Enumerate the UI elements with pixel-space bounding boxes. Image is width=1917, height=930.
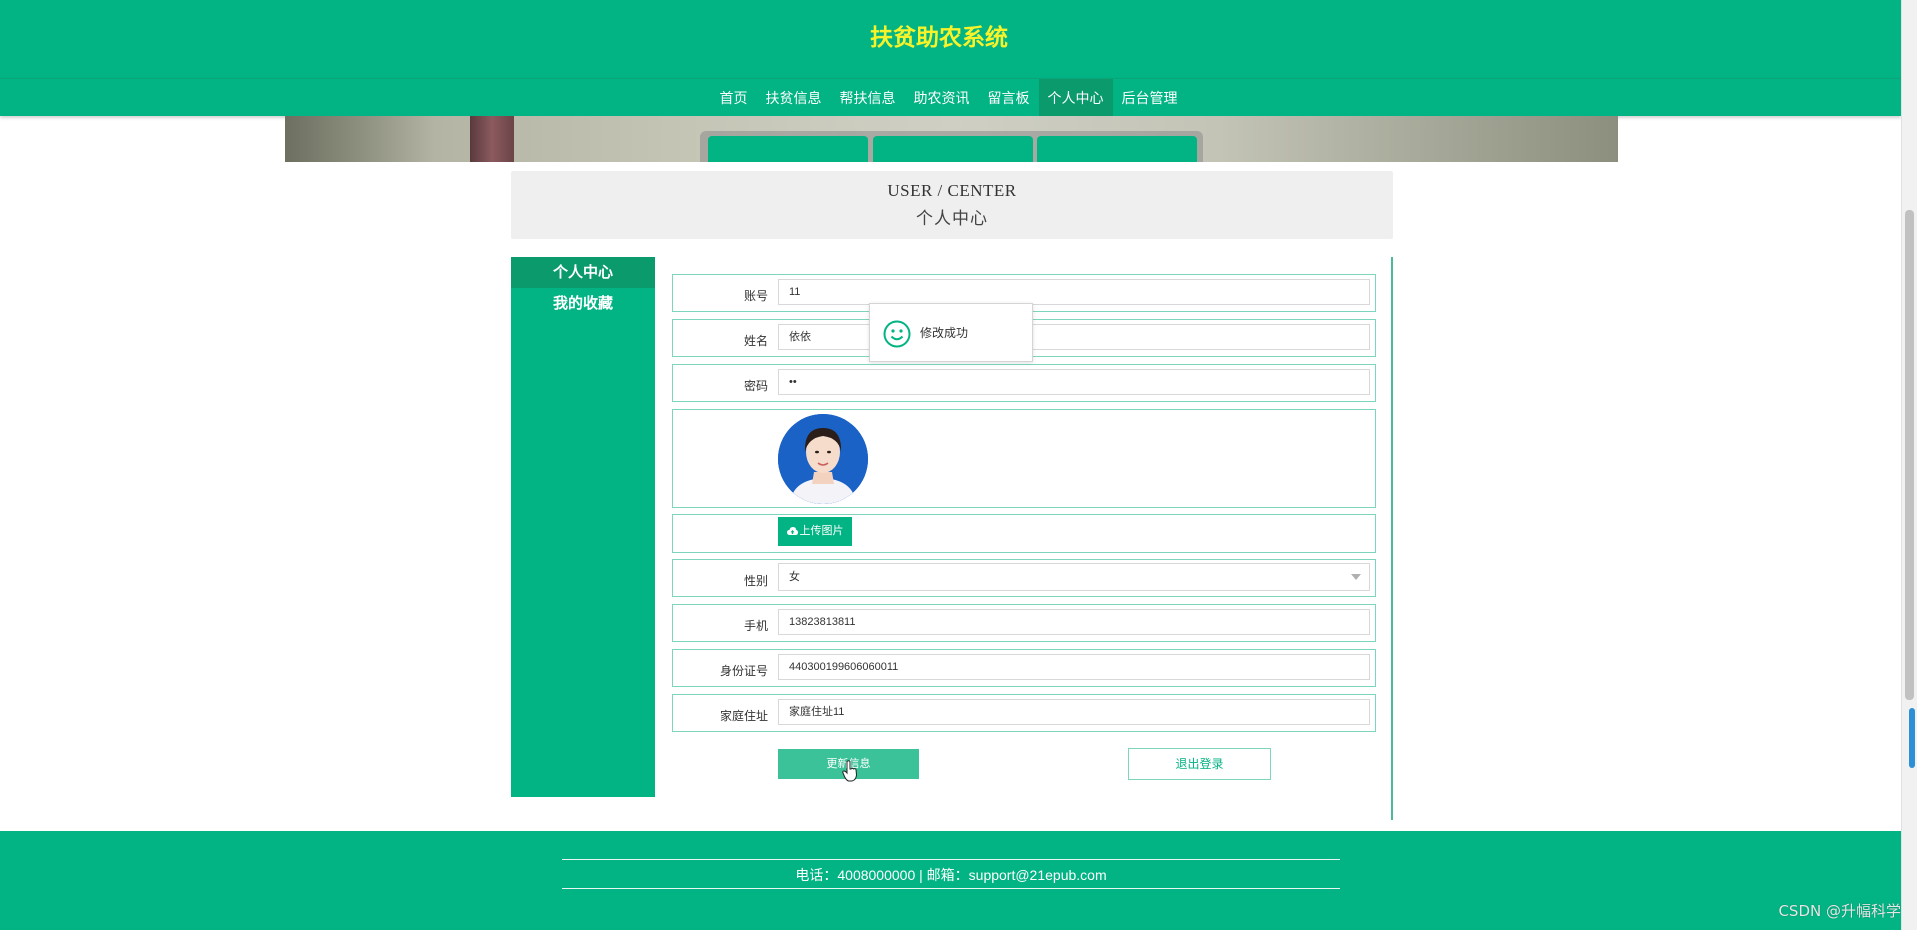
form-row-password: 密码 •• xyxy=(672,364,1376,402)
page-scrollbar[interactable] xyxy=(1901,0,1917,930)
sidebar: 个人中心 我的收藏 xyxy=(511,257,655,797)
tree-trunk-image xyxy=(470,116,514,162)
hand-cursor-icon xyxy=(842,760,858,782)
top-header: 扶贫助农系统 xyxy=(0,0,1901,78)
site-title: 扶贫助农系统 xyxy=(870,24,1008,50)
upload-image-button[interactable]: 上传图片 xyxy=(778,517,852,546)
form-row-upload: 上传图片 xyxy=(672,514,1376,553)
footer-divider-bottom xyxy=(562,888,1340,889)
footer-divider-top xyxy=(562,859,1340,860)
footer: 电话：4008000000 | 邮箱：support@21epub.com xyxy=(0,831,1901,930)
profile-photo-icon xyxy=(778,414,868,504)
gender-label: 性别 xyxy=(743,574,768,588)
gender-selected-value: 女 xyxy=(789,571,800,583)
sidebar-item-favorites[interactable]: 我的收藏 xyxy=(511,288,655,319)
address-label: 家庭住址 xyxy=(719,709,768,723)
carousel-tab[interactable] xyxy=(708,136,868,162)
footer-contact: 电话：4008000000 | 邮箱：support@21epub.com xyxy=(795,867,1107,883)
upload-image-label: 上传图片 xyxy=(799,525,844,537)
name-label: 姓名 xyxy=(743,334,768,348)
form-row-phone: 手机 13823813811 xyxy=(672,604,1376,642)
carousel-tab[interactable] xyxy=(1037,136,1197,162)
account-input[interactable]: 11 xyxy=(778,279,1370,305)
toast-message: 修改成功 xyxy=(920,326,969,340)
nav-item-message-board[interactable]: 留言板 xyxy=(979,79,1039,117)
nav-item-assistance-info[interactable]: 帮扶信息 xyxy=(831,79,905,117)
password-label: 密码 xyxy=(743,379,768,393)
password-input[interactable]: •• xyxy=(778,369,1370,395)
smile-icon xyxy=(883,320,911,348)
nav-item-farm-news[interactable]: 助农资讯 xyxy=(905,79,979,117)
id-number-label: 身份证号 xyxy=(719,664,768,678)
heading-en: USER / CENTER xyxy=(887,181,1017,200)
name-input[interactable]: 依依 xyxy=(778,324,1370,350)
user-center-heading: USER / CENTER 个人中心 xyxy=(511,171,1393,239)
heading-cn: 个人中心 xyxy=(916,209,988,228)
phone-input[interactable]: 13823813811 xyxy=(778,609,1370,635)
address-input[interactable]: 家庭住址11 xyxy=(778,699,1370,725)
account-label: 账号 xyxy=(743,289,768,303)
phone-label: 手机 xyxy=(743,619,768,633)
form-row-gender: 性别 女 xyxy=(672,559,1376,597)
banner-image xyxy=(285,116,1618,162)
id-number-input[interactable]: 440300199606060011 xyxy=(778,654,1370,680)
main-nav: 首页 扶贫信息 帮扶信息 助农资讯 留言板 个人中心 后台管理 xyxy=(0,78,1901,117)
logout-button[interactable]: 退出登录 xyxy=(1128,748,1271,780)
scrollbar-thumb[interactable] xyxy=(1905,210,1914,700)
sidebar-item-user-center[interactable]: 个人中心 xyxy=(511,257,655,288)
nav-item-admin[interactable]: 后台管理 xyxy=(1113,79,1187,117)
scrollbar-indicator xyxy=(1909,708,1915,768)
cloud-upload-icon xyxy=(786,526,798,535)
carousel-tab-active[interactable] xyxy=(873,136,1033,162)
success-toast: 修改成功 xyxy=(869,303,1033,362)
form-row-id-number: 身份证号 440300199606060011 xyxy=(672,649,1376,687)
watermark: CSDN @升幅科学 xyxy=(1778,902,1901,920)
form-row-address: 家庭住址 家庭住址11 xyxy=(672,694,1376,732)
chevron-down-icon xyxy=(1351,574,1361,580)
form-row-avatar xyxy=(672,409,1376,508)
nav-item-poverty-info[interactable]: 扶贫信息 xyxy=(757,79,831,117)
avatar xyxy=(778,414,868,504)
gender-select[interactable]: 女 xyxy=(778,563,1370,591)
nav-item-user-center[interactable]: 个人中心 xyxy=(1038,79,1113,117)
nav-item-home[interactable]: 首页 xyxy=(711,79,757,117)
